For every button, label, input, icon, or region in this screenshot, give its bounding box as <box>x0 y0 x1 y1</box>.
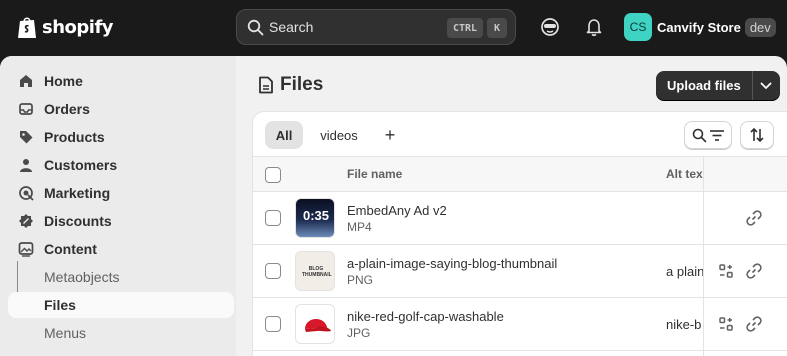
sidebar-item-label: Marketing <box>44 185 111 201</box>
link-icon[interactable] <box>746 263 762 279</box>
sidebar-item-customers[interactable]: Customers <box>8 152 234 178</box>
files-table-card: All videos + File name Alt tex 0:35 Embe… <box>252 111 787 356</box>
discount-icon <box>19 214 33 228</box>
sidebar-item-marketing[interactable]: Marketing <box>8 180 234 206</box>
search-icon <box>692 128 706 142</box>
admin-shell: Home Orders Products Customers Marketing… <box>0 56 787 356</box>
file-type: MP4 <box>347 220 372 234</box>
table-row[interactable]: 0:35 EmbedAny Ad v2 MP4 <box>253 192 787 245</box>
link-icon[interactable] <box>746 210 762 226</box>
crop-edit-icon[interactable] <box>718 263 734 279</box>
search-filter-button[interactable] <box>684 121 732 149</box>
row-checkbox[interactable] <box>265 316 281 332</box>
notification-bell-icon[interactable] <box>583 16 605 38</box>
row-checkbox[interactable] <box>265 210 281 226</box>
file-name[interactable]: a-plain-image-saying-blog-thumbnail <box>347 256 557 271</box>
shortcut-k-key: K <box>487 18 507 38</box>
table-header: File name Alt tex <box>253 156 787 192</box>
sidebar-item-label: Home <box>44 73 83 89</box>
sort-arrows-icon <box>750 127 764 143</box>
tag-icon <box>20 131 33 144</box>
target-icon <box>19 186 34 201</box>
sidebar-item-orders[interactable]: Orders <box>8 96 234 122</box>
sidebar-subitem-metaobjects[interactable]: Metaobjects <box>8 264 234 290</box>
table-row[interactable]: BLOG THUMBNAIL a-plain-image-saying-blog… <box>253 245 787 298</box>
inbox-icon <box>19 103 33 115</box>
shopify-logo[interactable]: shopify <box>16 14 114 40</box>
upload-options-button[interactable] <box>751 71 780 100</box>
row-checkbox[interactable] <box>265 263 281 279</box>
link-icon[interactable] <box>746 316 762 332</box>
shortcut-ctrl-key: CTRL <box>447 18 483 38</box>
store-switcher[interactable]: CS Canvify Store dev <box>624 13 776 41</box>
sidebar-item-label: Orders <box>44 101 90 117</box>
brand-name: shopify <box>42 16 114 38</box>
page-title-text: Files <box>280 74 324 95</box>
video-thumbnail: 0:35 <box>295 198 335 238</box>
person-icon <box>20 159 32 172</box>
sidebar-subitem-label: Metaobjects <box>44 269 120 285</box>
column-alt-text[interactable]: Alt tex <box>666 167 703 181</box>
store-name: Canvify Store <box>657 19 741 35</box>
store-avatar: CS <box>624 13 652 41</box>
tab-videos[interactable]: videos <box>313 121 365 149</box>
thumbnail-text: BLOG THUMBNAIL <box>302 266 332 278</box>
alt-text-value[interactable]: a plain <box>666 264 704 279</box>
filter-lines-icon <box>709 129 724 141</box>
sort-button[interactable] <box>740 121 774 149</box>
red-cap-image <box>295 304 335 344</box>
search-bar[interactable]: Search CTRL K <box>236 9 516 45</box>
search-placeholder: Search <box>269 19 314 35</box>
video-duration: 0:35 <box>302 208 330 223</box>
sticky-column-divider <box>703 156 704 356</box>
page-title: Files <box>258 74 323 96</box>
shopify-bag-icon <box>18 17 36 38</box>
sidebar-item-home[interactable]: Home <box>8 68 234 94</box>
file-name[interactable]: nike-red-golf-cap-washable <box>347 309 504 324</box>
alt-text-value[interactable]: nike-b <box>666 317 704 332</box>
add-view-button[interactable]: + <box>377 121 403 149</box>
sidebar-item-label: Customers <box>44 157 118 173</box>
table-row[interactable]: nike-red-golf-cap-washable JPG nike-b <box>253 298 787 351</box>
column-file-name[interactable]: File name <box>347 167 402 181</box>
view-tabs: All videos + <box>253 112 787 156</box>
crop-edit-icon[interactable] <box>718 316 734 332</box>
sidebar-item-products[interactable]: Products <box>8 124 234 150</box>
sidebar-subitem-menus[interactable]: Menus <box>8 320 234 346</box>
file-type: PNG <box>347 273 374 287</box>
file-type: JPG <box>347 326 371 340</box>
file-icon <box>259 76 273 94</box>
dev-badge: dev <box>744 17 776 37</box>
sidekick-icon[interactable] <box>539 16 561 38</box>
sidebar-subitem-files[interactable]: Files <box>8 292 234 318</box>
chevron-down-icon <box>760 82 772 89</box>
file-name[interactable]: EmbedAny Ad v2 <box>347 203 447 218</box>
blog-thumbnail: BLOG THUMBNAIL <box>295 251 335 291</box>
search-icon <box>247 19 264 36</box>
sidebar-subitem-label: Files <box>44 297 76 313</box>
sidebar-subitem-label: Menus <box>44 325 87 341</box>
main-content: Files Upload files All videos + File nam… <box>236 56 787 356</box>
sidebar-item-discounts[interactable]: Discounts <box>8 208 234 234</box>
top-bar: shopify Search CTRL K CS Canvify Store d… <box>0 0 787 56</box>
sidebar: Home Orders Products Customers Marketing… <box>0 56 236 356</box>
home-icon <box>20 75 32 87</box>
image-icon <box>18 242 34 257</box>
select-all-checkbox[interactable] <box>265 167 281 183</box>
sidebar-item-label: Content <box>44 241 97 257</box>
sidebar-item-content[interactable]: Content <box>8 236 234 262</box>
upload-files-split-button: Upload files <box>656 71 780 100</box>
sidebar-item-label: Discounts <box>44 213 112 229</box>
tab-all[interactable]: All <box>265 121 303 149</box>
upload-files-button[interactable]: Upload files <box>656 71 752 100</box>
cap-icon <box>305 318 331 332</box>
sidebar-item-label: Products <box>44 129 105 145</box>
